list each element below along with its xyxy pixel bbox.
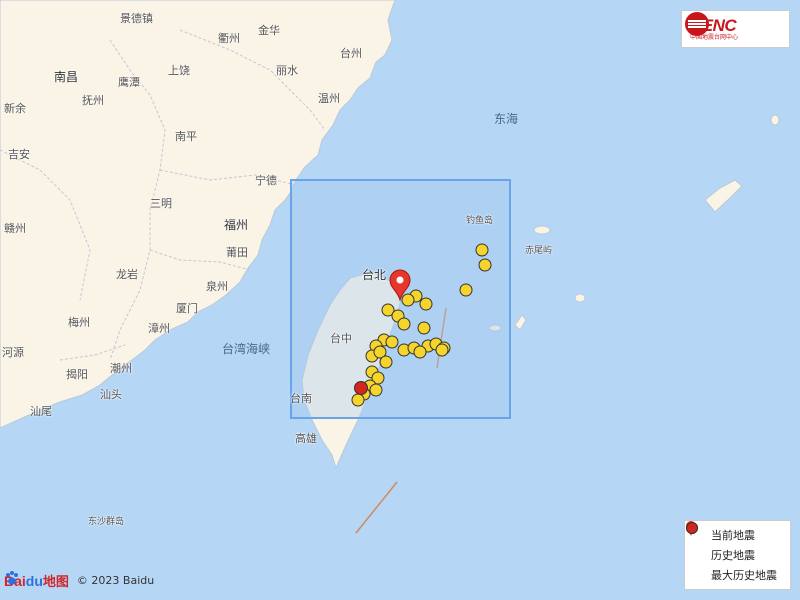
label-quzhou: 衢州: [218, 32, 240, 45]
label-shanwei: 汕尾: [30, 405, 52, 418]
label-xiamen: 厦门: [176, 302, 198, 315]
cenc-logo: CENC 中国地震台网中心: [681, 10, 790, 48]
historical-quake[interactable]: [385, 335, 399, 349]
baidu-copyright: © 2023 Baidu: [76, 574, 155, 587]
label-fuzhou: 福州: [224, 218, 249, 232]
label-nanchang: 南昌: [54, 70, 79, 84]
island-small-2: [574, 293, 586, 303]
baidu-logo-du: du: [25, 572, 43, 589]
historical-quake[interactable]: [459, 283, 473, 297]
historical-quake[interactable]: [413, 345, 427, 359]
historical-quake[interactable]: [419, 297, 433, 311]
label-east-sea: 东海: [494, 112, 519, 126]
legend-history-label: 历史地震: [711, 549, 755, 562]
label-taiwan-strait: 台湾海峡: [222, 342, 271, 356]
island-small-3: [770, 114, 780, 126]
label-taizhong: 台中: [330, 332, 352, 345]
label-taibei: 台北: [362, 268, 387, 282]
label-dongsha: 东沙群岛: [88, 517, 125, 527]
label-nanping: 南平: [175, 130, 197, 143]
label-putian: 莆田: [226, 246, 248, 259]
yonaguni-islands: [514, 314, 527, 331]
label-shangrao: 上饶: [168, 64, 190, 77]
ryukyu-islands: [704, 179, 743, 213]
baidu-logo-map: 地图: [42, 575, 69, 590]
label-meizhou: 梅州: [68, 316, 90, 329]
cenc-logo-icon: [685, 12, 709, 36]
map-canvas: [0, 0, 780, 534]
legend-history: 历史地震: [686, 522, 784, 565]
historical-quake[interactable]: [401, 293, 415, 307]
label-lishui: 丽水: [276, 64, 298, 77]
label-gaoxiong: 高雄: [295, 432, 317, 445]
label-fuzhou-jx: 抚州: [82, 94, 104, 107]
label-jieyang: 揭阳: [66, 368, 88, 381]
historical-quake[interactable]: [379, 355, 393, 369]
max-quake-icon: [686, 522, 698, 534]
label-zhangzhou: 漳州: [148, 322, 170, 335]
historical-quake[interactable]: [369, 383, 383, 397]
label-wenzhou: 温州: [318, 92, 340, 105]
label-jingdezhen: 景德镇: [120, 12, 153, 25]
earthquake-map[interactable]: 景德镇 衢州 金华 台州 南昌 鹰潭 上饶 丽水 温州 新余 抚州 南平 吉安 …: [0, 0, 800, 600]
label-taizhou: 台州: [340, 47, 362, 60]
label-quanzhou: 泉州: [206, 280, 228, 293]
historical-quake[interactable]: [478, 258, 492, 272]
island-small-1: [533, 225, 551, 235]
historical-quake[interactable]: [435, 343, 449, 357]
label-longyan: 龙岩: [116, 268, 138, 281]
label-tainan: 台南: [290, 392, 312, 405]
historical-quake[interactable]: [475, 243, 489, 257]
label-chaozhou: 潮州: [110, 362, 132, 375]
label-ji-an: 吉安: [8, 148, 30, 161]
label-yingtan: 鹰潭: [118, 76, 140, 89]
label-chiwei: 赤尾屿: [525, 246, 553, 256]
label-xinyu: 新余: [4, 102, 26, 115]
legend-current-label: 当前地震: [711, 529, 755, 542]
legend-max-label: 最大历史地震: [711, 569, 777, 582]
baidu-attribution: Bai du 地图 © 2023 Baidu: [4, 571, 154, 590]
label-shantou: 汕头: [100, 388, 122, 401]
historical-quake[interactable]: [417, 321, 431, 335]
map-legend: 当前地震 历史地震 最大历史地震: [684, 520, 791, 590]
label-jinhua: 金华: [258, 24, 280, 37]
historical-quake[interactable]: [397, 317, 411, 331]
baidu-paw-icon: [6, 571, 18, 585]
label-ganzhou: 赣州: [4, 222, 26, 235]
label-sanming: 三明: [150, 197, 172, 210]
legend-max: 最大历史地震: [686, 522, 784, 585]
historical-quake[interactable]: [351, 393, 365, 407]
label-diaoyu: 钓鱼岛: [466, 216, 494, 226]
legend-current: 当前地震: [686, 521, 784, 545]
label-ningde: 宁德: [255, 174, 277, 187]
max-historical-quake[interactable]: [354, 381, 368, 395]
label-heyuan: 河源: [2, 346, 24, 359]
